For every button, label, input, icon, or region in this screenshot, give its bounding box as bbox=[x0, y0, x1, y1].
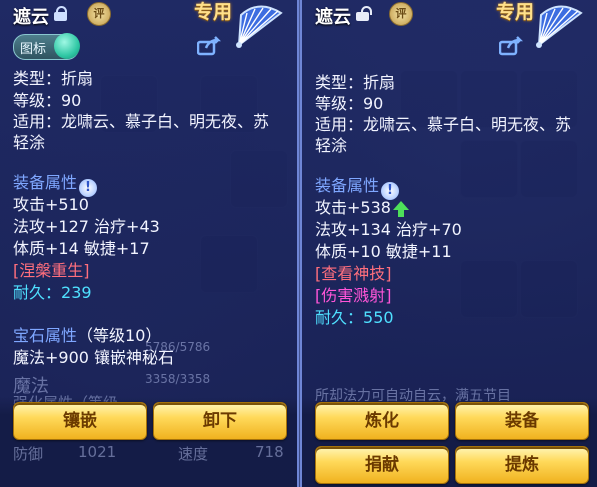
lock-locked-icon[interactable] bbox=[54, 6, 67, 21]
item-type: 类型：折扇 bbox=[315, 73, 396, 92]
toggle-knob bbox=[54, 33, 80, 59]
equipped-item-panel: 遮云 评 专用 图标 类型：折扇 等级：90 适用：龙啸云、慕子白、明无夜、苏 … bbox=[0, 0, 299, 487]
rating-badge-icon[interactable]: 评 bbox=[389, 2, 413, 26]
durability: 耐久：550 bbox=[315, 307, 394, 329]
durability: 耐久：239 bbox=[13, 282, 92, 304]
attack-stat: 攻击+510 bbox=[13, 195, 89, 214]
fan-weapon-icon bbox=[236, 5, 283, 48]
attack-stat: 攻击+538 bbox=[315, 197, 409, 219]
item-suitable: 适用：龙啸云、慕子白、明无夜、苏 bbox=[13, 112, 270, 131]
durability-value: 550 bbox=[363, 308, 394, 327]
item-suitable-cont: 轻涂 bbox=[13, 133, 46, 152]
equip-attr-title: 装备属性 bbox=[315, 176, 380, 195]
durability-value: 239 bbox=[61, 283, 92, 302]
special-skill-link[interactable]: [涅槃重生] bbox=[13, 260, 90, 282]
item-suitable-cont: 轻涂 bbox=[315, 136, 348, 155]
extract-button[interactable]: 提炼 bbox=[455, 446, 589, 484]
view-divine-skill-link[interactable]: [查看神技] bbox=[315, 263, 392, 285]
item-level: 等级：90 bbox=[13, 91, 82, 110]
icon-toggle[interactable]: 图标 bbox=[13, 33, 80, 60]
faded-speed-value: 718 bbox=[255, 443, 284, 461]
rating-badge-icon[interactable]: 评 bbox=[87, 2, 111, 26]
share-icon[interactable] bbox=[196, 36, 222, 56]
gem-section: 宝石属性（等级10） bbox=[13, 325, 161, 347]
faded-speed-label: 速度 bbox=[178, 445, 209, 463]
faded-value: 3358/3358 bbox=[145, 372, 211, 386]
icon-toggle-label: 图标 bbox=[20, 42, 47, 57]
equip-attr-title: 装备属性 bbox=[13, 173, 78, 192]
up-arrow-icon bbox=[392, 201, 409, 217]
item-title: 遮云 bbox=[13, 7, 49, 28]
exclusive-label: 专用 bbox=[496, 1, 535, 23]
body-agility-stat: 体质+10 敏捷+11 bbox=[315, 242, 452, 261]
refine-button[interactable]: 炼化 bbox=[315, 402, 449, 440]
body-agility-stat: 体质+14 敏捷+17 bbox=[13, 239, 150, 258]
share-icon[interactable] bbox=[498, 36, 524, 56]
inlay-button[interactable]: 镶嵌 bbox=[13, 402, 147, 440]
donate-button[interactable]: 捐献 bbox=[315, 446, 449, 484]
fan-weapon-icon bbox=[536, 5, 583, 48]
damage-splash-link[interactable]: [伤害溅射] bbox=[315, 285, 392, 307]
unequip-button[interactable]: 卸下 bbox=[153, 402, 287, 440]
durability-label: 耐久： bbox=[315, 308, 364, 327]
magic-heal-stat: 法攻+127 治疗+43 bbox=[13, 217, 160, 236]
magic-heal-stat: 法攻+134 治疗+70 bbox=[315, 220, 462, 239]
durability-label: 耐久： bbox=[13, 283, 62, 302]
item-type: 类型：折扇 bbox=[13, 69, 94, 88]
item-level: 等级：90 bbox=[315, 94, 384, 113]
faded-defense-value: 1021 bbox=[78, 443, 117, 461]
equip-button[interactable]: 装备 bbox=[455, 402, 589, 440]
faded-defense-label: 防御 bbox=[13, 445, 44, 463]
gem-title: 宝石属性 bbox=[13, 326, 78, 345]
item-title: 遮云 bbox=[315, 7, 351, 28]
lock-unlocked-icon[interactable] bbox=[356, 6, 372, 21]
attack-value: 攻击+538 bbox=[315, 198, 391, 217]
item-suitable: 适用：龙啸云、慕子白、明无夜、苏 bbox=[315, 115, 572, 134]
exclusive-label: 专用 bbox=[194, 1, 233, 23]
faded-value: 5786/5786 bbox=[145, 340, 211, 354]
compare-item-panel: 遮云 评 专用 类型：折扇 等级：90 适用：龙啸云、慕子白、明无夜、苏 轻涂 … bbox=[300, 0, 597, 487]
